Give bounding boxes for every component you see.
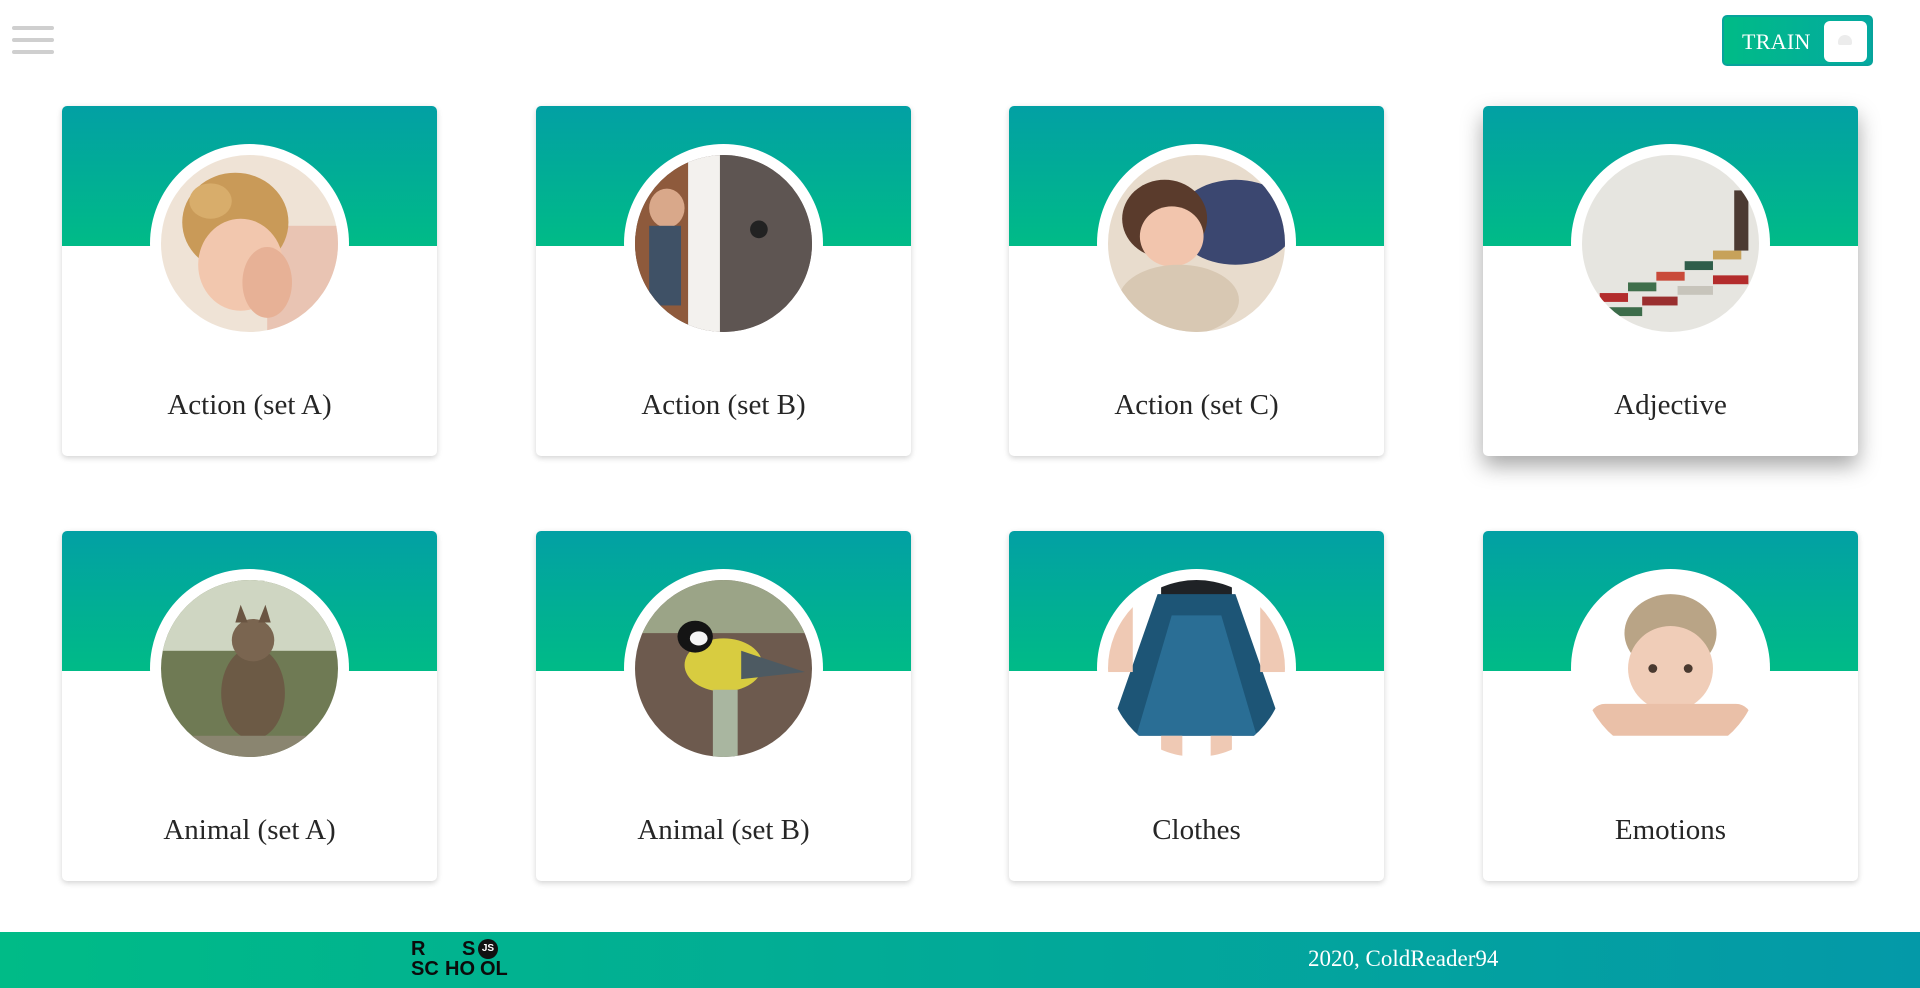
sitting-cat-image [161,580,338,757]
category-card-animal-b[interactable]: Animal (set B) [536,531,911,881]
category-card-action-c[interactable]: Action (set C) [1009,106,1384,456]
js-badge-icon: JS [478,939,498,959]
hamburger-menu-icon[interactable] [12,24,54,56]
child-sleeping-image [1108,155,1285,332]
rs-school-logo[interactable]: R S SC HO OL JS [410,938,514,982]
tit-bird-image [635,580,812,757]
toggle-label: TRAIN [1742,29,1811,54]
card-title: Action (set B) [641,389,806,421]
menu-line [12,26,54,30]
blue-skirt-image [1108,580,1285,757]
card-title: Action (set A) [167,389,332,421]
train-play-toggle[interactable]: TRAIN [1722,15,1873,66]
copyright-text: 2020, ColdReader94 [1308,946,1499,971]
footer: R S SC HO OL JS 2020, ColdReader94 [0,932,1920,988]
card-title: Animal (set B) [637,814,810,846]
category-card-animal-a[interactable]: Animal (set A) [62,531,437,881]
menu-line [12,50,54,54]
category-card-action-a[interactable]: Action (set A) [62,106,437,456]
card-title: Action (set C) [1114,389,1279,421]
toggle-knob[interactable] [1824,21,1867,62]
category-card-adjective[interactable]: Adjective [1483,106,1858,456]
card-title: Animal (set A) [163,814,336,846]
category-card-clothes[interactable]: Clothes [1009,531,1384,881]
card-title: Emotions [1614,814,1727,846]
category-card-action-b[interactable]: Action (set B) [536,106,911,456]
child-covering-eyes-image [161,155,338,332]
child-opening-door-image [635,155,812,332]
stacked-books-image [1582,155,1759,332]
card-title: Adjective [1614,389,1727,421]
sad-boy-image [1582,580,1759,757]
category-card-emotions[interactable]: Emotions [1483,531,1858,881]
card-title: Clothes [1152,814,1241,846]
menu-line [12,38,54,42]
